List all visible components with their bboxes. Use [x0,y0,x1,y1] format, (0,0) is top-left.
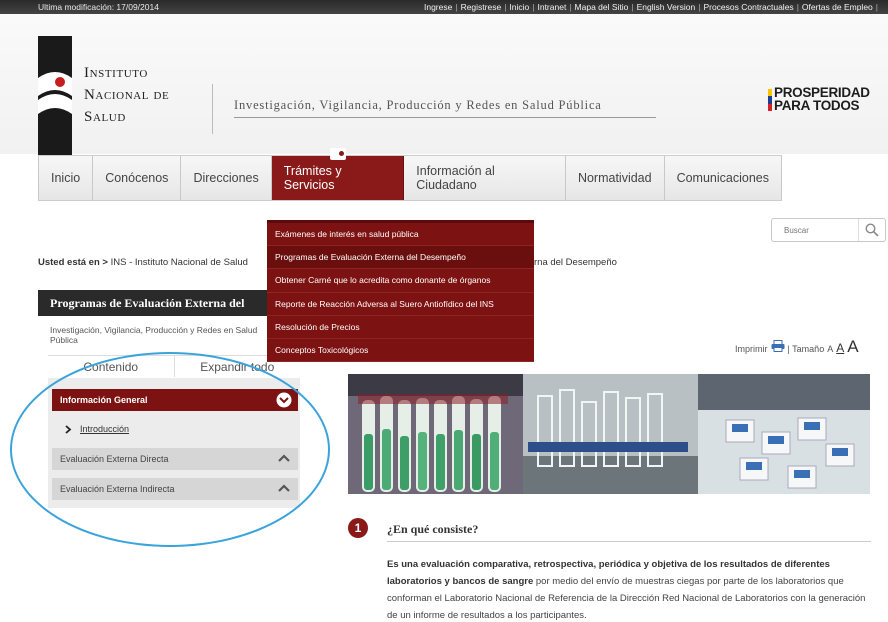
nav-conocenos[interactable]: Conócenos [93,156,182,200]
laboratory-photo [348,374,870,494]
section-number-badge: 1 [348,518,368,538]
ins-logo-icon[interactable] [38,36,72,156]
services-icon [329,148,346,160]
nav-comunicaciones[interactable]: Comunicaciones [665,156,782,200]
utility-links: Ingrese | Registrese | Inicio | Intranet | M… [421,0,878,14]
menu-item-carne-donante[interactable]: Obtener Carné que lo acredita como donan… [267,269,534,293]
last-modified: Ultima modificación: 17/09/2014 [38,2,159,12]
nav-informacion-ciudadano[interactable]: Información al Ciudadano [404,156,566,200]
tramites-dropdown-menu: Exámenes de interés en salud pública Pro… [267,220,534,363]
chevron-down-icon [276,392,292,408]
top-utility-bar: Ultima modificación: 17/09/2014 Ingrese |… [0,0,888,14]
colombia-flag-icon [768,89,772,111]
chevron-up-icon [278,484,290,492]
menu-item-examenes[interactable]: Exámenes de interés en salud pública [267,223,534,247]
size-label: | Tamaño [787,344,825,354]
link-intranet[interactable]: Intranet [534,0,569,14]
search-input[interactable] [772,219,858,241]
breadcrumb-current: rna del Desempeño [534,257,617,268]
search-icon [865,223,879,237]
font-size-small[interactable]: A [827,344,833,354]
printer-icon[interactable] [771,340,785,352]
link-procesos[interactable]: Procesos Contractuales [700,0,796,14]
header-tagline: Investigación, Vigilancia, Producción y … [234,98,602,112]
site-header: Instituto Nacional de Salud Investigació… [0,14,888,156]
section-divider [387,541,871,542]
link-mapa-sitio[interactable]: Mapa del Sitio [572,0,632,14]
search-button[interactable] [858,219,885,241]
contents-button[interactable]: Contenido [48,356,175,377]
accordion-evaluacion-directa[interactable]: Evaluación Externa Directa [52,448,298,470]
main-nav: Inicio Conócenos Direcciones Trámites y … [38,148,782,201]
header-divider [212,84,213,134]
font-size-medium[interactable]: A [836,341,844,355]
section-body: Es una evaluación comparativa, retrospec… [387,559,866,621]
chevron-right-icon [65,424,72,434]
link-registrese[interactable]: Registrese [458,0,505,14]
print-link[interactable]: Imprimir [735,344,768,354]
font-size-large[interactable]: A [847,337,858,357]
search-box [771,218,886,242]
link-inicio[interactable]: Inicio [506,0,532,14]
accordion-informacion-general[interactable]: Información General [52,389,298,411]
menu-item-reporte-reaccion[interactable]: Reporte de Reacción Adversa al Suero Ant… [267,293,534,316]
page-tools: Imprimir | Tamaño A A A [735,337,859,357]
section-title: ¿En qué consiste? [387,522,479,536]
menu-item-conceptos-toxicologicos[interactable]: Conceptos Toxicológicos [267,339,534,363]
chevron-up-icon [278,454,290,462]
link-ingrese[interactable]: Ingrese [421,0,455,14]
menu-item-programas-evaluacion[interactable]: Programas de Evaluación Externa del Dese… [267,246,534,270]
logo-wordmark[interactable]: Instituto Nacional de Salud [84,62,169,128]
nav-inicio[interactable]: Inicio [38,156,94,200]
link-ofertas[interactable]: Ofertas de Empleo [799,0,876,14]
left-panel-title: Programas de Evaluación Externa del [38,290,300,316]
nav-normatividad[interactable]: Normatividad [566,156,665,200]
accordion-sub-introduccion[interactable]: Introducción [64,424,129,434]
nav-direcciones[interactable]: Direcciones [181,156,272,200]
link-english[interactable]: English Version [634,0,699,14]
tagline-underline [234,117,656,118]
left-panel-subtitle: Investigación, Vigilancia, Producción y … [50,325,258,345]
menu-item-resolucion-precios[interactable]: Resolución de Precios [267,316,534,339]
breadcrumb-link-ins[interactable]: INS - Instituto Nacional de Salud [111,257,248,268]
breadcrumb: Usted está en > INS - Instituto Nacional… [38,257,248,268]
accordion-evaluacion-indirecta[interactable]: Evaluación Externa Indirecta [52,478,298,500]
content-toggle-row: Contenido Expandir todo [48,355,300,377]
nav-tramites-servicios[interactable]: Trámites y Servicios [271,148,405,200]
